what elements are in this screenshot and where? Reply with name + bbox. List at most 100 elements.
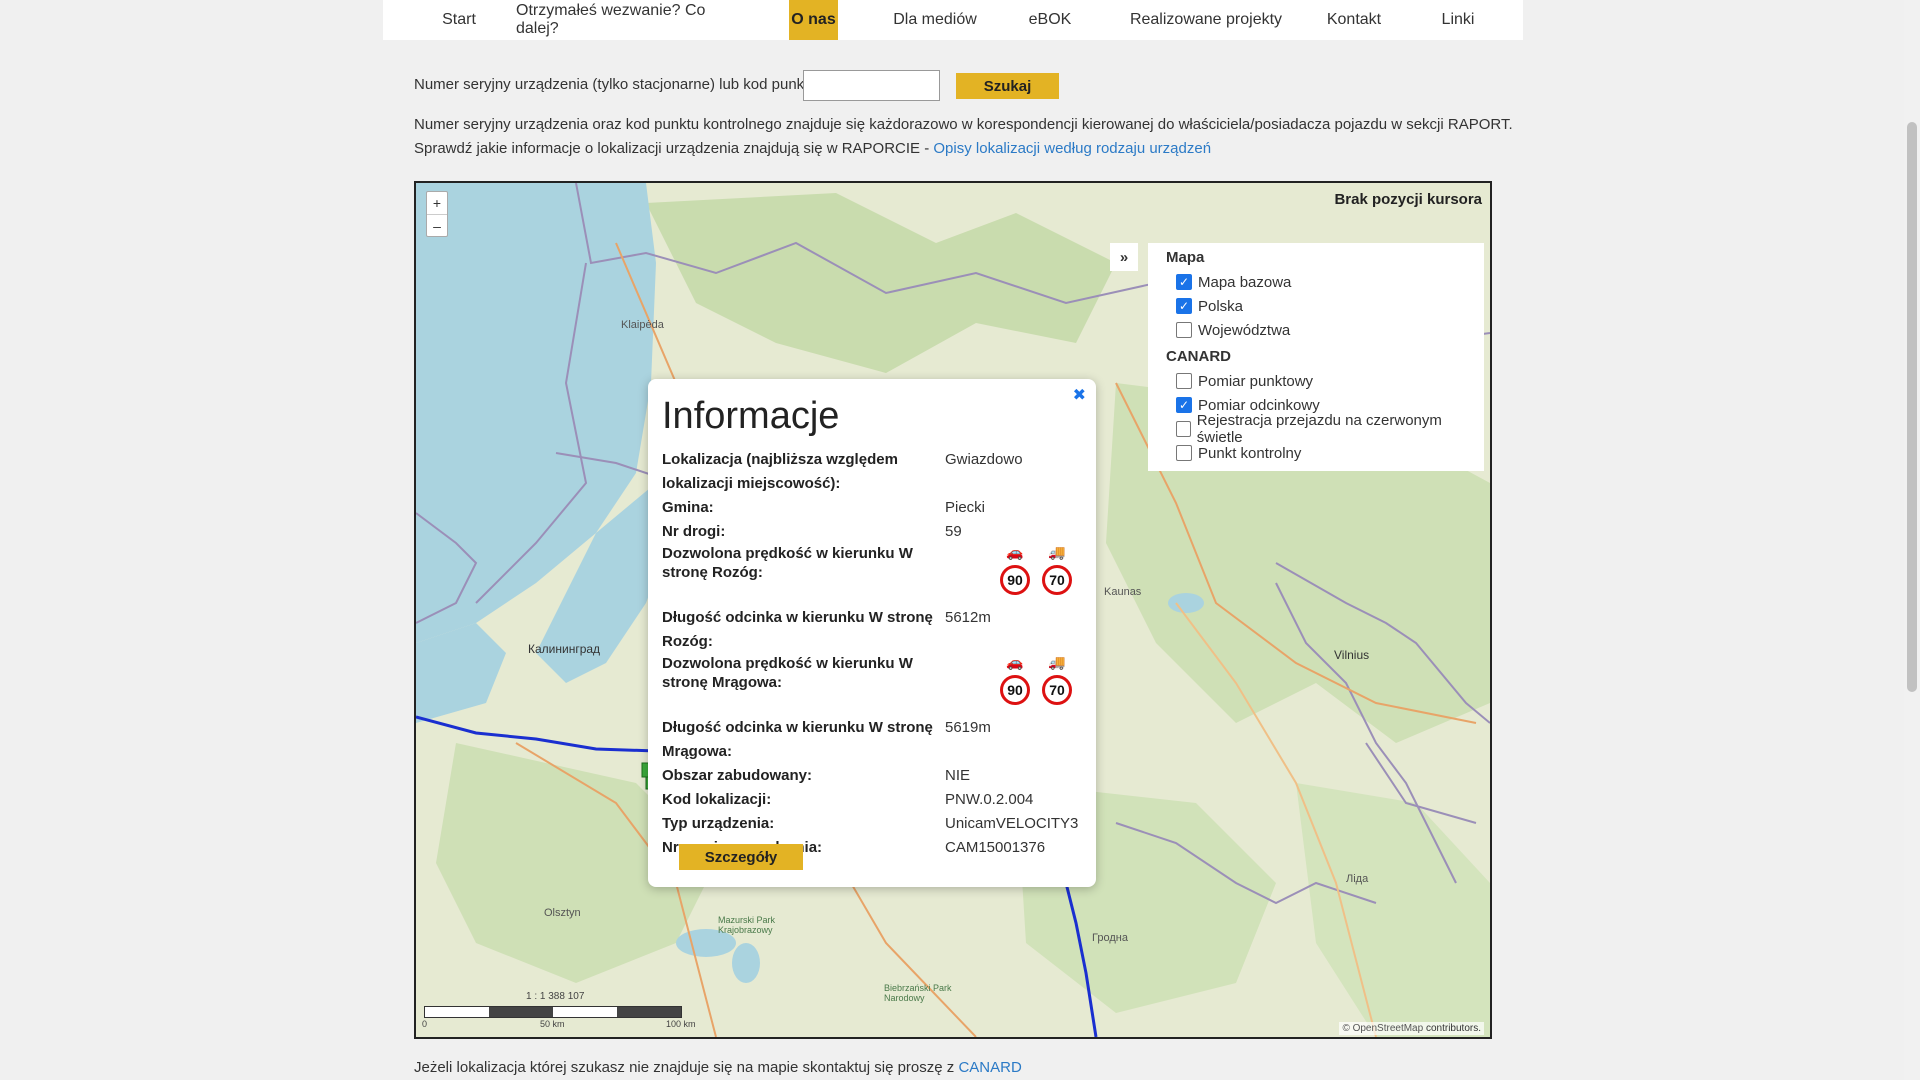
popup-value: 5619m bbox=[945, 719, 991, 736]
footer-prefix: Jeżeli lokalizacja której szukasz nie zn… bbox=[414, 1059, 959, 1076]
attribution-text: © OpenStreetMap bbox=[1342, 1023, 1424, 1034]
popup-row-kod: Kod lokalizacji: PNW.0.2.004 bbox=[662, 788, 1082, 812]
popup-key: Długość odcinka w kierunku W stronę Rozó… bbox=[662, 609, 933, 650]
nav-dla-mediow[interactable]: Dla mediów bbox=[883, 0, 987, 40]
map-label-biebrzanski: Biebrzański Park Narodowy bbox=[884, 983, 952, 1003]
nav-otrzymales-wezwanie[interactable]: Otrzymałeś wezwanie? Co dalej? bbox=[516, 0, 746, 40]
scale-bar bbox=[424, 1006, 682, 1018]
popup-value: Piecki bbox=[945, 499, 986, 516]
details-button[interactable]: Szczegóły bbox=[679, 844, 803, 870]
nav-ebok[interactable]: eBOK bbox=[1020, 0, 1080, 40]
popup-row-predkosc-1: Dozwolona prędkość w kierunku W stronę R… bbox=[662, 544, 1082, 606]
layer-label: Pomiar punktowy bbox=[1198, 372, 1314, 390]
layer-mapa-bazowa[interactable]: ✓ Mapa bazowa bbox=[1166, 270, 1466, 294]
scrollbar-thumb[interactable] bbox=[1907, 122, 1917, 692]
page-scrollbar[interactable] bbox=[1904, 0, 1920, 1080]
location-descriptions-link[interactable]: Opisy lokalizacji według rodzaju urządze… bbox=[933, 140, 1211, 157]
popup-value: UnicamVELOCITY3 bbox=[945, 815, 1079, 832]
scale-ratio: 1 : 1 388 107 bbox=[526, 991, 585, 1002]
popup-row-typ: Typ urządzenia: UnicamVELOCITY3 bbox=[662, 812, 1082, 836]
popup-title: Informacje bbox=[662, 395, 840, 437]
serial-search-input[interactable] bbox=[803, 70, 940, 101]
layer-label: Pomiar odcinkowy bbox=[1198, 396, 1320, 414]
layer-label: Województwa bbox=[1198, 321, 1291, 339]
zoom-in-button[interactable]: + bbox=[427, 192, 447, 214]
map-label-vilnius: Vilnius bbox=[1334, 648, 1370, 662]
close-icon[interactable]: ✖ bbox=[1073, 385, 1086, 405]
layer-group-title-mapa: Mapa bbox=[1166, 249, 1205, 266]
top-nav: Start Otrzymałeś wezwanie? Co dalej? O n… bbox=[383, 0, 1523, 40]
popup-row-dlugosc-2: Długość odcinka w kierunku W stronę Mrąg… bbox=[662, 716, 1082, 764]
popup-key: Gmina: bbox=[662, 499, 714, 516]
layer-label: Punkt kontrolny bbox=[1198, 444, 1302, 462]
popup-value: Gwiazdowo bbox=[945, 451, 1023, 468]
layers-toggle-button[interactable]: » bbox=[1110, 243, 1138, 271]
layer-polska[interactable]: ✓ Polska bbox=[1166, 294, 1466, 318]
popup-value: 59 bbox=[945, 523, 962, 540]
map-label-grodno: Гродна bbox=[1092, 932, 1128, 944]
search-label: Numer seryjny urządzenia (tylko stacjona… bbox=[414, 76, 821, 93]
truck-icon: 🚚 bbox=[1048, 654, 1066, 670]
popup-value: PNW.0.2.004 bbox=[945, 791, 1034, 808]
popup-key: Lokalizacja (najbliższa względem lokaliz… bbox=[662, 451, 898, 492]
car-icon: 🚗 bbox=[1006, 654, 1024, 670]
map-attribution: © OpenStreetMap contributors. bbox=[1339, 1022, 1484, 1035]
nav-start[interactable]: Start bbox=[423, 0, 495, 40]
popup-key: Długość odcinka w kierunku W stronę Mrąg… bbox=[662, 719, 933, 760]
popup-row-lokalizacja: Lokalizacja (najbliższa względem lokaliz… bbox=[662, 448, 1082, 496]
truck-icon: 🚚 bbox=[1048, 544, 1066, 560]
checkbox-unchecked-icon[interactable] bbox=[1176, 421, 1191, 437]
cursor-position: Brak pozycji kursora bbox=[1334, 191, 1482, 208]
info-popup: ✖ Informacje Lokalizacja (najbliższa wzg… bbox=[648, 379, 1096, 887]
checkbox-checked-icon[interactable]: ✓ bbox=[1176, 298, 1192, 314]
popup-key: Obszar zabudowany: bbox=[662, 767, 813, 784]
map-label-kaliningrad: Калининград bbox=[528, 642, 601, 656]
speed-sign-car: 90 bbox=[1000, 675, 1030, 705]
speed-sign-car: 90 bbox=[1000, 565, 1030, 595]
popup-value: CAM15001376 bbox=[945, 839, 1046, 856]
speed-limits-1: 🚗 90 🚚 70 bbox=[1000, 542, 1072, 606]
map-label-klaipeda: Klaipėda bbox=[621, 319, 664, 331]
popup-row-predkosc-2: Dozwolona prędkość w kierunku W stronę M… bbox=[662, 654, 1082, 716]
info-text-2: Sprawdź jakie informacje o lokalizacji u… bbox=[414, 140, 1211, 157]
attribution-link[interactable]: contributors. bbox=[1426, 1023, 1481, 1034]
checkbox-checked-icon[interactable]: ✓ bbox=[1176, 274, 1192, 290]
popup-row-droga: Nr drogi: 59 bbox=[662, 520, 1082, 544]
search-button[interactable]: Szukaj bbox=[956, 73, 1059, 99]
map-label-kaunas: Kaunas bbox=[1104, 586, 1142, 598]
popup-key: Nr drogi: bbox=[662, 523, 726, 540]
zoom-control: + – bbox=[426, 191, 448, 237]
nav-kontakt[interactable]: Kontakt bbox=[1313, 0, 1395, 40]
popup-value: 5612m bbox=[945, 609, 991, 626]
canard-link[interactable]: CANARD bbox=[958, 1059, 1021, 1076]
layer-label: Mapa bazowa bbox=[1198, 273, 1292, 291]
scale-tick: 0 bbox=[422, 1019, 428, 1029]
layer-czerwone-swiatlo[interactable]: Rejestracja przejazdu na czerwonym świet… bbox=[1166, 412, 1466, 446]
scale-tick: 100 km bbox=[666, 1019, 696, 1029]
zoom-out-button[interactable]: – bbox=[427, 214, 447, 236]
checkbox-unchecked-icon[interactable] bbox=[1176, 322, 1192, 338]
checkbox-checked-icon[interactable]: ✓ bbox=[1176, 397, 1192, 413]
layer-label: Polska bbox=[1198, 297, 1244, 315]
nav-linki[interactable]: Linki bbox=[1423, 0, 1493, 40]
speed-sign-truck: 70 bbox=[1042, 675, 1072, 705]
info-text-1: Numer seryjny urządzenia oraz kod punktu… bbox=[414, 116, 1513, 133]
layer-switcher: Mapa ✓ Mapa bazowa ✓ Polska Województwa CA… bbox=[1148, 243, 1484, 471]
checkbox-unchecked-icon[interactable] bbox=[1176, 445, 1192, 461]
popup-key: Typ urządzenia: bbox=[662, 815, 775, 832]
layer-wojewodztwa[interactable]: Województwa bbox=[1166, 318, 1466, 342]
car-icon: 🚗 bbox=[1006, 544, 1024, 560]
popup-key: Kod lokalizacji: bbox=[662, 791, 772, 808]
nav-o-nas[interactable]: O nas bbox=[789, 0, 838, 40]
scale-tick: 50 km bbox=[540, 1019, 565, 1029]
map-label-olsztyn: Olsztyn bbox=[544, 907, 581, 919]
layer-pomiar-punktowy[interactable]: Pomiar punktowy bbox=[1166, 369, 1466, 393]
map-view[interactable]: Klaipėda Калининград Kaunas Vilnius Olsz… bbox=[414, 181, 1492, 1039]
checkbox-unchecked-icon[interactable] bbox=[1176, 373, 1192, 389]
nav-realizowane-projekty[interactable]: Realizowane projekty bbox=[1116, 0, 1296, 40]
popup-row-obszar: Obszar zabudowany: NIE bbox=[662, 764, 1082, 788]
layer-group-title-canard: CANARD bbox=[1166, 348, 1231, 365]
layer-label: Rejestracja przejazdu na czerwonym świet… bbox=[1196, 412, 1442, 446]
popup-row-dlugosc-1: Długość odcinka w kierunku W stronę Rozó… bbox=[662, 606, 1082, 654]
map-label-lida: Ліда bbox=[1346, 873, 1369, 885]
